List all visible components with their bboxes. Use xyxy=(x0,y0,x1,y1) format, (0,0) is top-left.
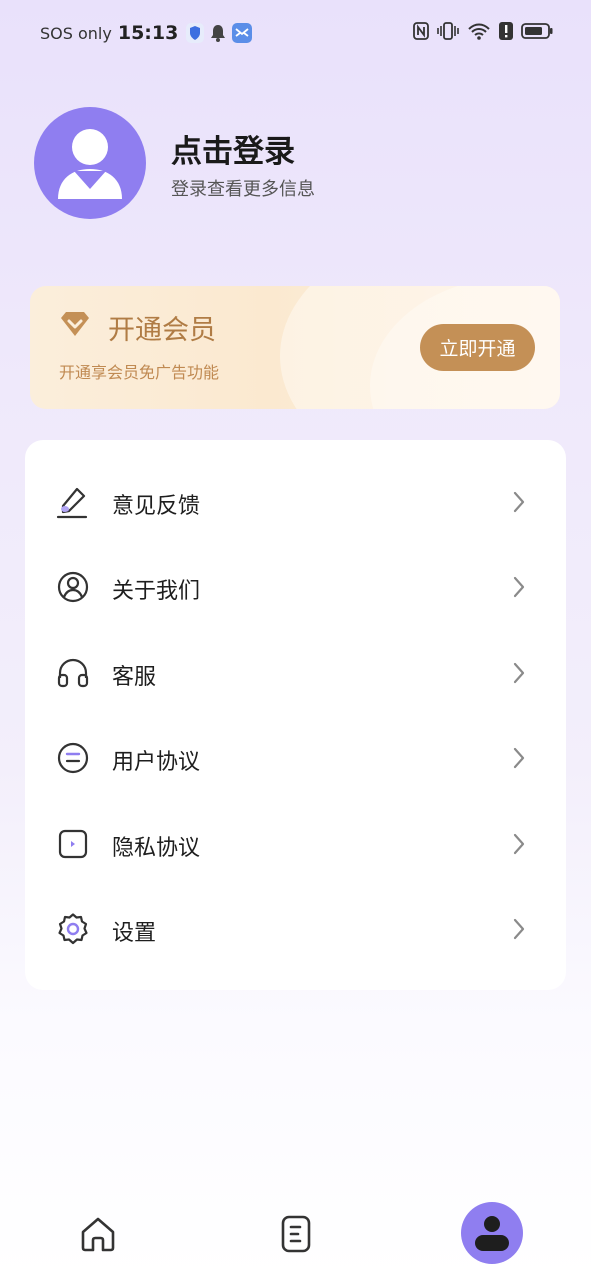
menu-item-about[interactable]: 关于我们 xyxy=(25,547,566,627)
home-icon[interactable] xyxy=(78,1214,118,1254)
menu-item-feedback[interactable]: 意见反馈 xyxy=(25,462,566,542)
clock-text: 15:13 xyxy=(117,22,179,44)
vip-title: 开通会员 xyxy=(108,315,216,346)
status-right xyxy=(413,22,553,40)
avatar[interactable] xyxy=(34,107,146,219)
privacy-icon xyxy=(58,829,88,859)
alert-icon xyxy=(499,22,513,40)
menu-item-privacy-agreement[interactable]: 隐私协议 xyxy=(25,804,566,884)
default-avatar-icon xyxy=(58,129,122,199)
chevron-right-icon xyxy=(513,662,525,684)
pen-feedback-icon xyxy=(56,487,88,519)
menu-item-settings[interactable]: 设置 xyxy=(25,889,566,969)
bottom-nav xyxy=(0,1190,591,1280)
status-left: SOS only 15:13 xyxy=(40,22,253,44)
diamond-icon xyxy=(61,312,89,336)
profile-tab[interactable] xyxy=(461,1202,523,1264)
menu-item-label: 客服 xyxy=(112,665,157,690)
profile-icon xyxy=(475,1216,509,1251)
carrier-text: SOS only xyxy=(40,23,112,43)
bell-icon xyxy=(211,25,226,42)
nfc-icon xyxy=(413,22,429,40)
shield-icon xyxy=(186,23,205,43)
menu-item-label: 意见反馈 xyxy=(112,494,201,519)
document-icon[interactable] xyxy=(276,1214,316,1254)
agreement-icon xyxy=(57,742,89,774)
vibrate-icon xyxy=(437,22,459,40)
user-circle-icon xyxy=(57,571,89,603)
chevron-right-icon xyxy=(513,918,525,940)
chevron-right-icon xyxy=(513,576,525,598)
vip-subtitle: 开通享会员免广告功能 xyxy=(59,363,220,382)
menu-item-user-agreement[interactable]: 用户协议 xyxy=(25,718,566,798)
chevron-right-icon xyxy=(513,491,525,513)
gear-icon xyxy=(58,913,88,945)
menu-item-label: 用户协议 xyxy=(112,750,201,775)
status-bar: SOS only 15:13 xyxy=(0,0,591,66)
chevron-right-icon xyxy=(513,747,525,769)
menu-item-customer-service[interactable]: 客服 xyxy=(25,633,566,713)
wifi-icon xyxy=(468,23,490,40)
headphones-icon xyxy=(57,658,89,688)
chevron-right-icon xyxy=(513,833,525,855)
activate-vip-button[interactable]: 立即开通 xyxy=(420,324,535,371)
menu-item-label: 关于我们 xyxy=(112,579,201,604)
menu-item-label: 隐私协议 xyxy=(112,836,201,861)
app-notification-icon xyxy=(232,23,253,43)
menu-card: 意见反馈 关于我们 客服 用户协议 隐私协议 设置 xyxy=(25,440,566,990)
login-title[interactable]: 点击登录 xyxy=(171,126,295,171)
battery-icon xyxy=(521,23,553,39)
menu-item-label: 设置 xyxy=(112,921,157,946)
vip-card[interactable]: 开通会员 开通享会员免广告功能 立即开通 xyxy=(30,286,560,409)
login-subtitle: 登录查看更多信息 xyxy=(171,179,315,200)
